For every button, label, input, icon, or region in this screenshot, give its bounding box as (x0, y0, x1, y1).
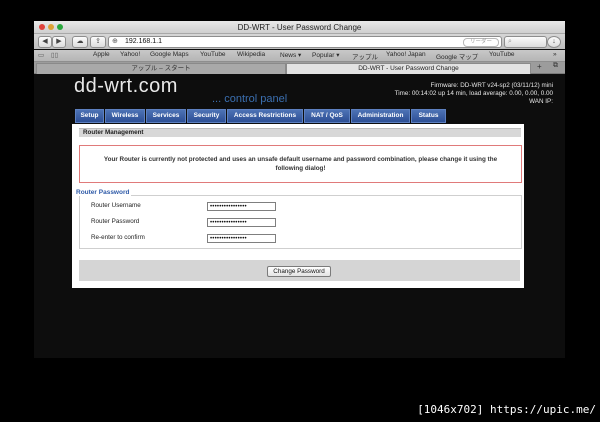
bookmark-item[interactable]: Yahoo! (120, 51, 140, 58)
section-title: Router Management (79, 128, 521, 137)
cloud-icon[interactable]: ☁ (72, 36, 88, 48)
wan-ip-text: WAN IP: (529, 97, 553, 105)
bookmark-item[interactable]: Google Maps (150, 51, 189, 58)
search-input[interactable]: ⌕ (504, 36, 547, 48)
tab-ddwrt[interactable]: DD-WRT - User Password Change (286, 63, 531, 74)
tab-access-restrictions[interactable]: Access Restrictions (227, 109, 303, 123)
router-password-fieldset: Router Username •••••••••••••••• Router … (79, 195, 522, 249)
bookmark-item[interactable]: Popular ▾ (312, 51, 339, 59)
content-panel: Router Management Your Router is current… (72, 124, 524, 288)
share-icon[interactable]: ⇪ (90, 36, 106, 48)
title-bar: DD-WRT - User Password Change (34, 21, 565, 34)
firmware-text: Firmware: DD-WRT v24-sp2 (03/11/12) mini (430, 82, 553, 89)
router-status-info: Firmware: DD-WRT v24-sp2 (03/11/12) mini… (395, 82, 553, 105)
tab-overview-icon[interactable]: ⧉ (553, 62, 558, 70)
address-bar[interactable]: ⊕ 192.168.1.1 リーダー (108, 36, 502, 48)
window-title: DD-WRT - User Password Change (237, 23, 362, 32)
username-field[interactable]: •••••••••••••••• (207, 202, 276, 211)
browser-toolbar: ◀ ▶ ☁ ⇪ ⊕ 192.168.1.1 リーダー ⌕ ↓ (34, 34, 565, 49)
download-icon[interactable]: ↓ (547, 36, 561, 48)
username-label: Router Username (91, 202, 141, 209)
globe-icon: ⊕ (112, 38, 118, 45)
forward-icon[interactable]: ▶ (52, 36, 66, 48)
password-field[interactable]: •••••••••••••••• (207, 218, 276, 227)
tab-setup[interactable]: Setup (75, 109, 104, 123)
password-label: Router Password (91, 218, 140, 225)
uptime-text: Time: 00:14:02 up 14 min, load average: … (394, 89, 553, 97)
tab-apple-start[interactable]: アップル – スタート (36, 63, 286, 74)
confirm-password-field[interactable]: •••••••••••••••• (207, 234, 276, 243)
confirm-label: Re-enter to confirm (91, 234, 145, 241)
reader-button[interactable]: リーダー (463, 38, 499, 47)
bookmark-item[interactable]: アップル (352, 51, 378, 61)
tab-nat-qos[interactable]: NAT / QoS (304, 109, 350, 123)
tab-security[interactable]: Security (187, 109, 226, 123)
tab-services[interactable]: Services (146, 109, 186, 123)
bookmark-item[interactable]: News ▾ (280, 51, 301, 59)
tab-status[interactable]: Status (411, 109, 446, 123)
tab-wireless[interactable]: Wireless (105, 109, 145, 123)
watermark-text: [1046x702] https://upic.me/ (417, 403, 596, 416)
bookmarks-icon[interactable]: ▯▯ (51, 51, 58, 59)
new-tab-icon[interactable]: + (537, 62, 542, 71)
tab-bar: アップル – スタート DD-WRT - User Password Chang… (34, 62, 565, 74)
change-password-button[interactable]: Change Password (267, 266, 331, 277)
security-warning-box: Your Router is currently not protected a… (79, 145, 522, 183)
reading-list-icon[interactable]: ▭ (38, 51, 44, 59)
more-bookmarks-icon[interactable]: » (553, 51, 557, 58)
bookmark-item[interactable]: YouTube (489, 51, 515, 58)
ddwrt-logo: dd-wrt.com (74, 75, 178, 97)
bookmark-item[interactable]: Wikipedia (237, 51, 265, 58)
bookmark-item[interactable]: YouTube (200, 51, 226, 58)
bookmarks-bar: ▭ ▯▯ Apple Yahoo! Google Maps YouTube Wi… (34, 50, 565, 62)
bookmark-item[interactable]: Apple (93, 51, 110, 58)
control-panel-subtitle: ... control panel (212, 93, 288, 105)
router-password-legend: Router Password (74, 189, 132, 196)
url-text: 192.168.1.1 (125, 38, 162, 45)
browser-window: DD-WRT - User Password Change ◀ ▶ ☁ ⇪ ⊕ … (34, 21, 565, 358)
button-bar: Change Password (79, 260, 520, 281)
tab-administration[interactable]: Administration (351, 109, 410, 123)
warning-text: Your Router is currently not protected a… (103, 156, 498, 172)
bookmark-item[interactable]: Google マップ (436, 51, 478, 61)
back-icon[interactable]: ◀ (38, 36, 52, 48)
bookmark-item[interactable]: Yahoo! Japan (386, 51, 426, 58)
